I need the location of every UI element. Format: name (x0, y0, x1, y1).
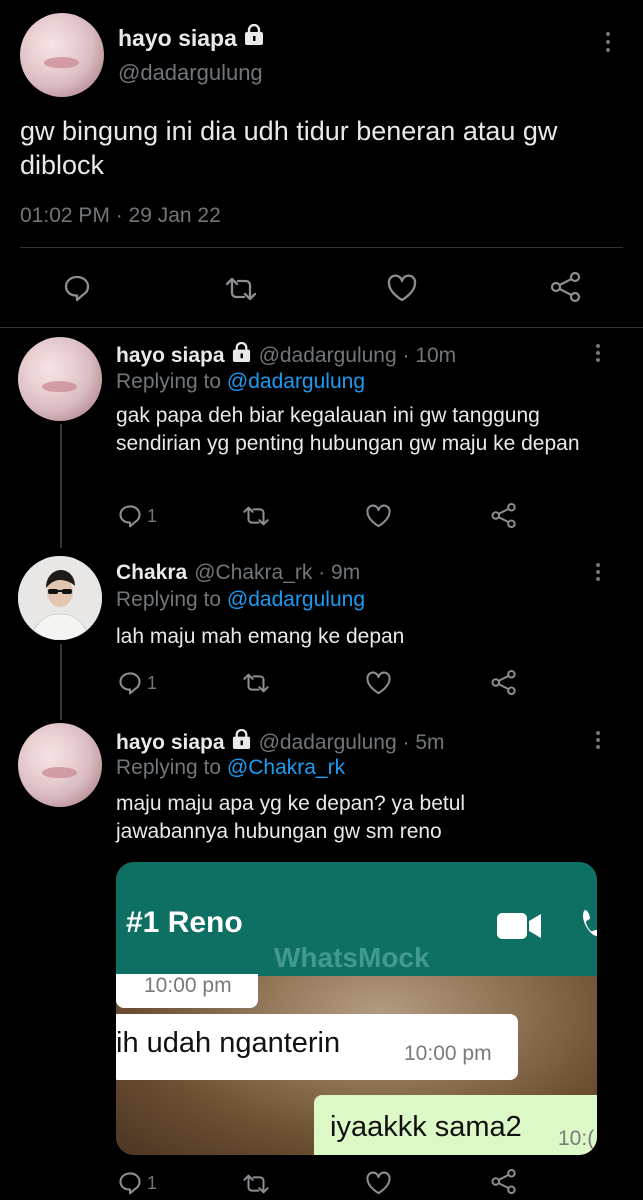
reply-count: 1 (147, 1172, 158, 1193)
reply-count: 1 (147, 672, 158, 693)
like-icon (366, 671, 391, 695)
lock-icon (231, 728, 252, 756)
share-icon (491, 502, 516, 529)
message-bubble: ih udah nganterin 10:00 pm (116, 1014, 518, 1080)
retweet-icon (225, 277, 257, 301)
replying-to-link[interactable]: @Chakra_rk (227, 756, 345, 779)
share-button[interactable] (490, 1168, 518, 1195)
more-icon[interactable] (588, 561, 608, 585)
like-icon (366, 504, 391, 528)
more-icon[interactable] (598, 30, 618, 54)
message-bubble: 10:00 pm (116, 974, 258, 1008)
video-call-icon (497, 912, 543, 945)
thread-line (60, 424, 62, 548)
more-icon[interactable] (588, 342, 608, 366)
tweet-text: gw bingung ini dia udh tidur beneran ata… (20, 116, 558, 180)
display-name[interactable]: Chakra (116, 561, 187, 585)
retweet-button[interactable] (241, 504, 271, 528)
author-row: Chakra @Chakra_rk · 9m (116, 561, 360, 585)
replying-to-link[interactable]: @dadargulung (227, 588, 365, 611)
attached-image[interactable]: #1 Reno WhatsMock 10:00 pm ih udah ngant… (116, 862, 597, 1155)
retweet-button[interactable] (241, 671, 271, 695)
share-icon (491, 1168, 516, 1195)
reply-button[interactable] (62, 273, 92, 303)
chat-title: #1 Reno (126, 906, 243, 939)
avatar[interactable] (20, 13, 104, 97)
reply-icon (119, 505, 141, 528)
tweet-timestamp: 01:02 PM · 29 Jan 22 (20, 204, 221, 227)
retweet-button[interactable] (223, 275, 259, 303)
display-name[interactable]: hayo siapa (116, 344, 225, 368)
phone-icon (582, 908, 597, 943)
more-icon[interactable] (588, 729, 608, 753)
replying-to: Replying to @Chakra_rk (116, 756, 346, 779)
display-name[interactable]: hayo siapa (116, 731, 225, 755)
avatar[interactable] (18, 556, 102, 640)
lock-icon (243, 23, 265, 52)
author-row: hayo siapa @dadargulung · 10m (116, 341, 457, 369)
display-name[interactable]: hayo siapa (118, 25, 237, 52)
main-tweet: hayo siapa @dadargulung gw bingung ini d… (0, 0, 643, 328)
handle-time: @dadargulung · 10m (258, 343, 457, 367)
reply-text: lah maju mah emang ke depan (116, 625, 405, 648)
message-text: iyaakkk sama2 (330, 1111, 522, 1143)
share-icon (491, 669, 516, 696)
reply-count: 1 (147, 505, 158, 526)
like-button[interactable] (365, 1170, 392, 1196)
reply-icon (64, 275, 90, 302)
share-button[interactable] (490, 669, 518, 696)
author-row: hayo siapa @dadargulung · 5m (116, 728, 445, 756)
like-button[interactable] (365, 670, 392, 696)
share-button[interactable] (549, 271, 583, 303)
reply-icon (119, 672, 141, 695)
reply-text: maju maju apa yg ke depan? ya betul jawa… (116, 792, 466, 843)
replying-to: Replying to @dadargulung (116, 588, 365, 611)
handle-time: @Chakra_rk · 9m (194, 561, 361, 584)
like-icon (366, 1171, 391, 1195)
retweet-icon (243, 506, 269, 526)
reply-button[interactable]: 1 (117, 1170, 157, 1196)
thread-line (60, 644, 62, 720)
message-bubble: iyaakkk sama2 10:( (314, 1095, 597, 1155)
handle: @dadargulung (118, 60, 263, 85)
avatar[interactable] (18, 337, 102, 421)
watermark: WhatsMock (274, 942, 430, 973)
replying-to: Replying to @dadargulung (116, 370, 365, 393)
retweet-icon (243, 1174, 269, 1194)
retweet-icon (243, 673, 269, 693)
share-button[interactable] (490, 502, 518, 529)
message-text: ih udah nganterin (116, 1027, 341, 1059)
section-divider (0, 327, 643, 328)
whatsapp-chat: 10:00 pm ih udah nganterin 10:00 pm iyaa… (116, 974, 597, 1155)
reply-text: gak papa deh biar kegalauan ini gw tangg… (116, 404, 580, 455)
whatsapp-header: #1 Reno WhatsMock (116, 862, 597, 976)
share-icon (550, 271, 581, 303)
replying-to-link[interactable]: @dadargulung (227, 370, 365, 393)
reply-button[interactable]: 1 (117, 503, 157, 529)
avatar[interactable] (18, 723, 102, 807)
retweet-button[interactable] (241, 1172, 271, 1196)
like-button[interactable] (386, 273, 418, 303)
author-row: hayo siapa (118, 23, 265, 52)
lock-icon (231, 341, 252, 369)
divider (20, 247, 623, 248)
reply-icon (119, 1172, 141, 1195)
like-button[interactable] (365, 503, 392, 529)
handle-time: @dadargulung · 5m (258, 730, 445, 754)
reply-button[interactable]: 1 (117, 670, 157, 696)
like-icon (387, 274, 417, 302)
